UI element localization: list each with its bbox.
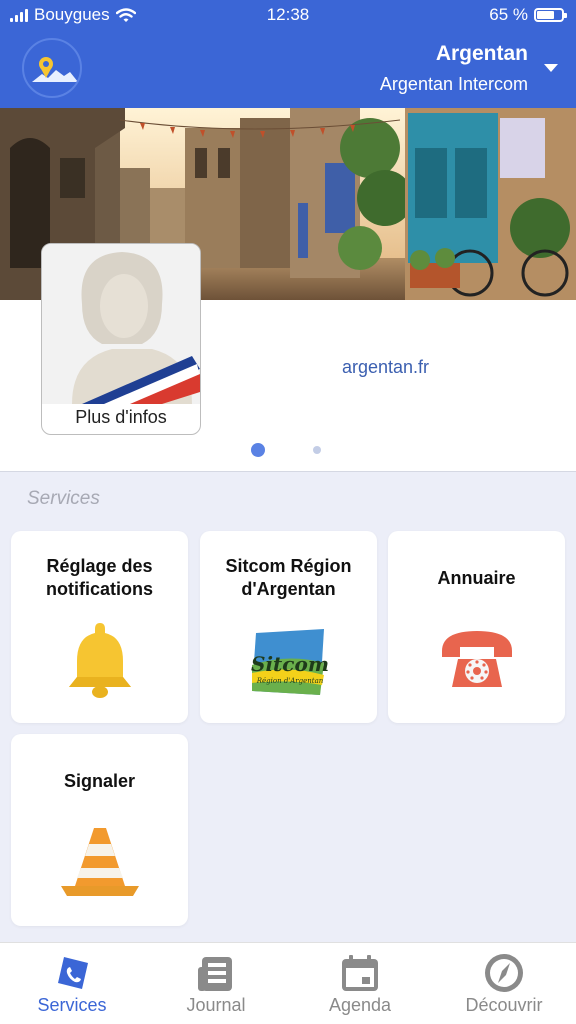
town-subtitle[interactable]: Argentan Intercom [380, 74, 528, 95]
battery-percent: 65 % [489, 5, 528, 24]
services-section-title: Services [27, 488, 100, 509]
chevron-down-icon[interactable] [544, 64, 558, 72]
tile-notifications-settings[interactable]: Réglage des notifications [11, 531, 188, 723]
tab-discover[interactable]: Découvrir [432, 943, 576, 1024]
tile-label: Sitcom Région d'Argentan [225, 556, 352, 599]
sitcom-logo-subtext: Région d'Argentan [256, 677, 324, 685]
tile-label: Signaler [63, 771, 136, 791]
more-info-label: Plus d'infos [75, 407, 167, 427]
sitcom-logo-text: Sitcom [251, 652, 329, 676]
website-link[interactable]: argentan.fr [342, 357, 429, 378]
tile-label: Réglage des notifications [46, 556, 153, 599]
battery-icon [534, 8, 567, 22]
marianne-statue-image [42, 244, 200, 404]
bell-icon [69, 623, 131, 698]
telephone-icon [442, 631, 512, 687]
tab-label: Services [37, 995, 107, 1015]
traffic-cone-icon [61, 828, 139, 896]
carousel-dots [0, 442, 576, 458]
tile-sitcom[interactable]: Sitcom Région d'Argentan Sitcom Région d… [200, 531, 377, 723]
app-header: Bouygues 12:38 65 % Argentan Argentan In… [0, 0, 576, 108]
tab-services[interactable]: Services [0, 943, 144, 1024]
tile-label: Annuaire [437, 568, 516, 588]
town-name[interactable]: Argentan [436, 42, 528, 66]
compass-icon [485, 954, 523, 992]
tab-journal[interactable]: Journal [144, 943, 288, 1024]
tab-label: Journal [186, 995, 246, 1015]
carousel-dot[interactable] [313, 446, 321, 454]
status-bar: Bouygues 12:38 65 % [0, 0, 576, 30]
town-logo[interactable] [22, 38, 82, 98]
tab-label: Découvrir [465, 995, 543, 1015]
tab-label: Agenda [328, 995, 392, 1015]
tile-report[interactable]: Signaler [11, 734, 188, 926]
tab-agenda[interactable]: Agenda [288, 943, 432, 1024]
more-info-card[interactable]: Plus d'infos [41, 243, 201, 435]
carousel-dot-active[interactable] [251, 443, 265, 457]
status-right: 65 % [489, 5, 567, 25]
services-icon [58, 957, 88, 989]
bottom-tab-bar: Services Journal Agenda Découvrir [0, 942, 576, 1024]
sitcom-logo-icon: Sitcom Région d'Argentan [251, 629, 329, 695]
calendar-icon [342, 955, 378, 991]
tile-directory[interactable]: Annuaire [388, 531, 565, 723]
journal-icon [198, 957, 232, 991]
